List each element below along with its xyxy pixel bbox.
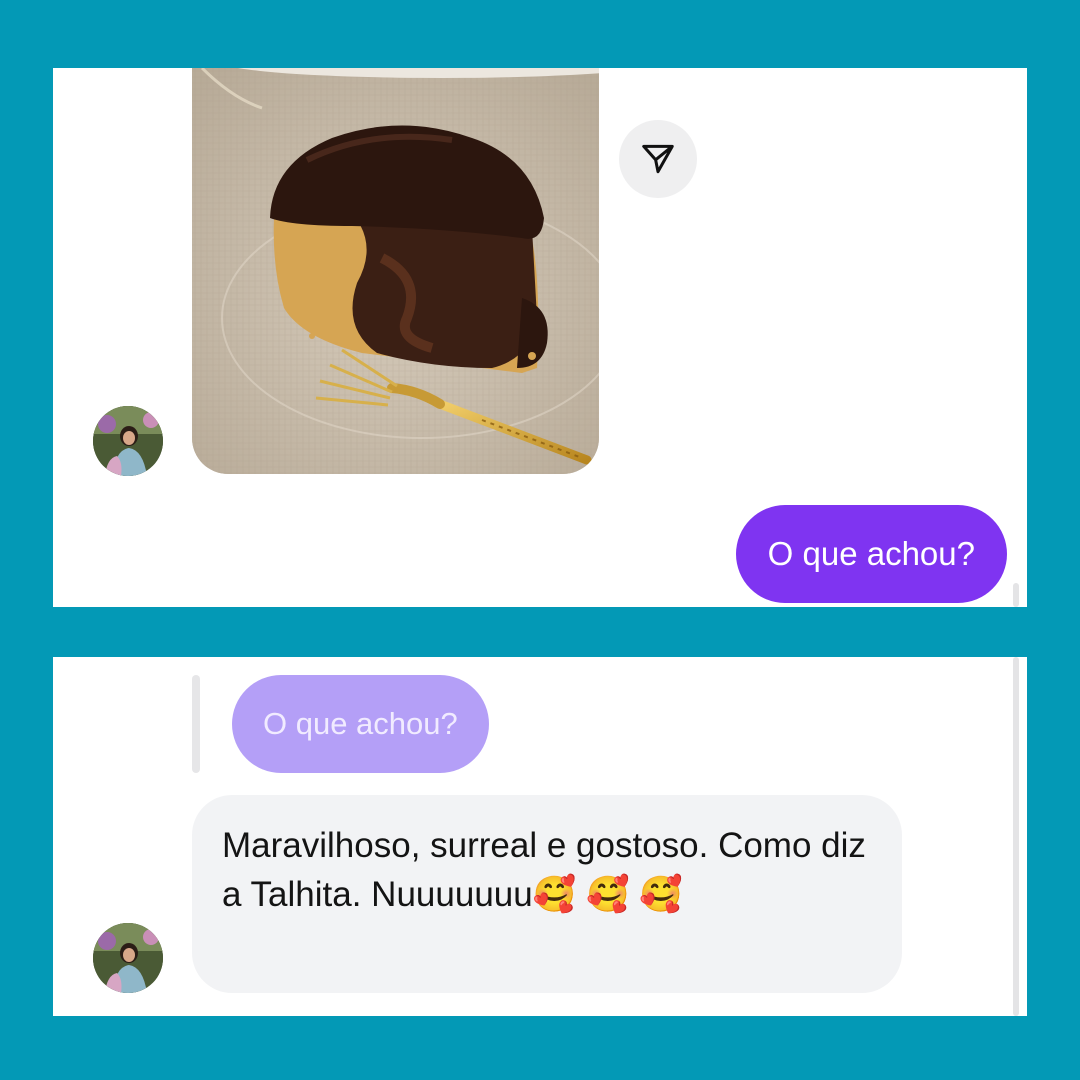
share-button[interactable] [619, 120, 697, 198]
contact-avatar[interactable] [93, 406, 163, 476]
avatar-image [93, 406, 163, 476]
cake-photo-image [192, 68, 599, 474]
received-message-bubble[interactable]: Maravilhoso, surreal e gostoso. Como diz… [192, 795, 902, 993]
received-message-text: Maravilhoso, surreal e gostoso. Como diz… [222, 826, 866, 914]
sent-message-bubble[interactable]: O que achou? [735, 505, 1007, 603]
scrollbar[interactable] [1013, 657, 1019, 1016]
chat-panel-top: O que achou? [53, 68, 1027, 607]
chat-panel-bottom: O que achou? Maravilhoso, surreal e gost… [53, 657, 1027, 1016]
reply-indicator-bar [192, 675, 200, 773]
shared-photo[interactable] [192, 68, 599, 474]
avatar-image [93, 923, 163, 993]
contact-avatar[interactable] [93, 923, 163, 993]
quoted-message-bubble[interactable]: O que achou? [232, 675, 489, 773]
scrollbar[interactable] [1013, 583, 1019, 607]
send-icon [642, 144, 674, 174]
